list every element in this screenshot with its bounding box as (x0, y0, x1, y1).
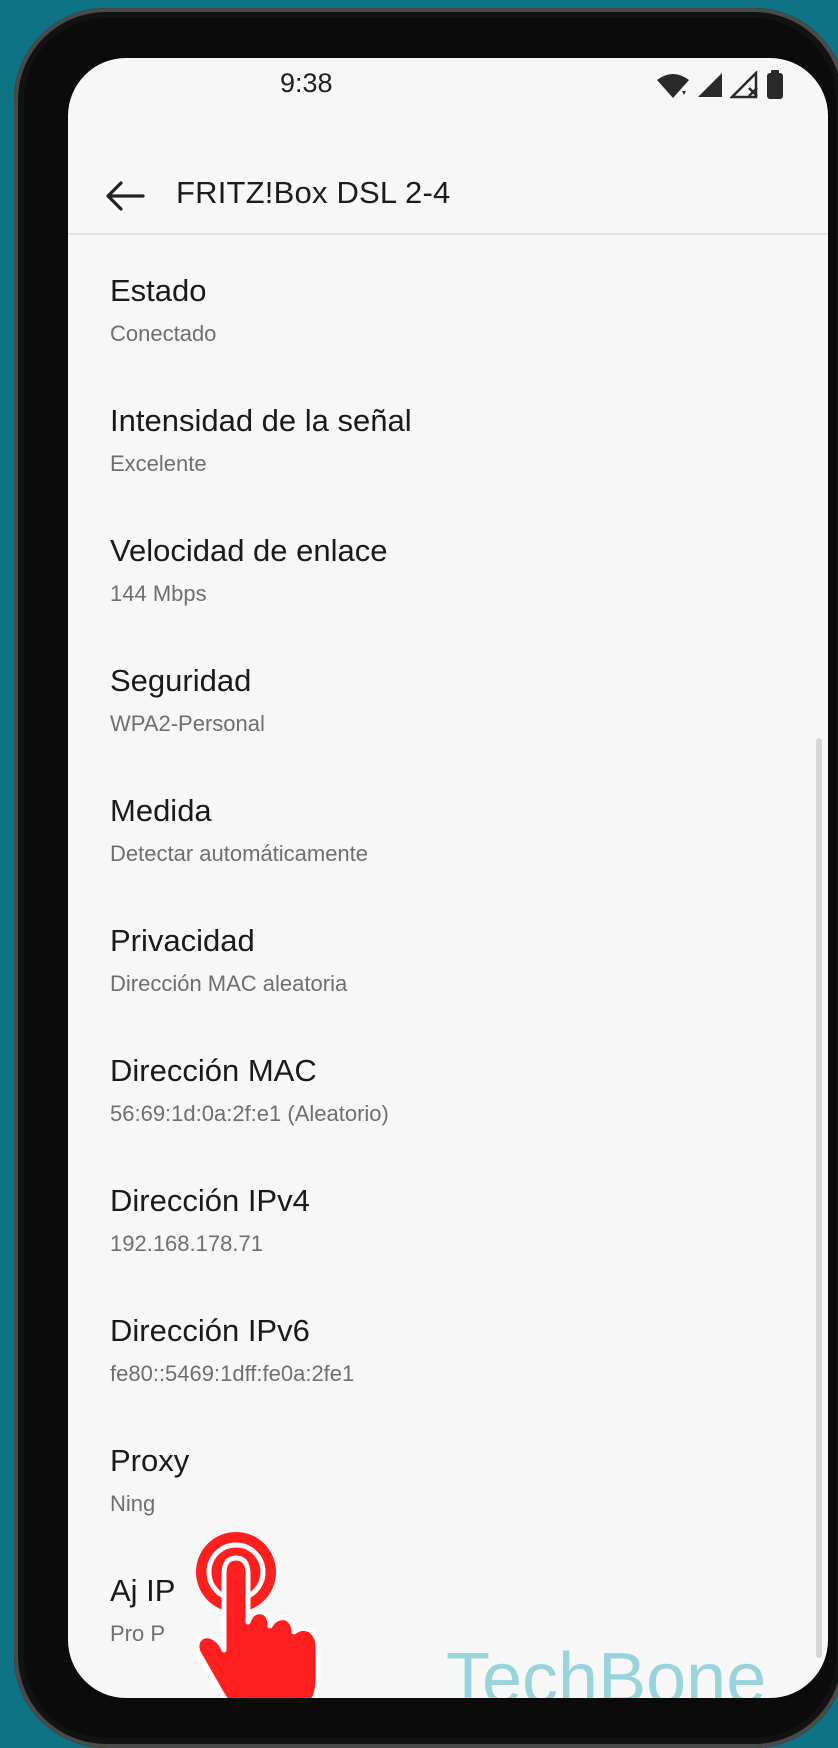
status-icons (656, 68, 784, 102)
detail-value: Detectar automáticamente (110, 841, 369, 866)
detail-title: Intensidad de la señal (110, 403, 412, 438)
detail-title: Seguridad (110, 663, 252, 698)
battery-icon (767, 70, 783, 99)
detail-title: Dirección MAC (110, 1053, 317, 1088)
detail-title: Proxy (110, 1443, 190, 1478)
network-details-list: Estado Conectado Intensidad de la señal … (68, 235, 828, 1665)
back-button[interactable] (102, 176, 148, 216)
detail-value: 192.168.178.71 (110, 1231, 263, 1256)
detail-title: Aj IP (110, 1573, 176, 1608)
detail-value: Ning (110, 1491, 156, 1516)
scrollbar[interactable] (816, 738, 822, 1658)
detail-value: 56:69:1d:0a:2f:e1 (Aleatorio) (110, 1101, 389, 1126)
app-bar: FRITZ!Box DSL 2-4 (68, 158, 828, 233)
detail-security[interactable]: Seguridad WPA2-Personal (68, 625, 828, 755)
detail-title: Dirección IPv6 (110, 1313, 310, 1348)
detail-metered[interactable]: Medida Detectar automáticamente (68, 755, 828, 885)
detail-proxy[interactable]: Proxy Ning (68, 1405, 828, 1535)
detail-signal-strength[interactable]: Intensidad de la señal Excelente (68, 365, 828, 495)
detail-value: fe80::5469:1dff:fe0a:2fe1 (110, 1361, 355, 1386)
watermark: TechBone (446, 1639, 767, 1698)
detail-title: Medida (110, 793, 212, 828)
detail-status[interactable]: Estado Conectado (68, 235, 828, 365)
status-time: 9:38 (280, 68, 333, 98)
detail-value: Dirección MAC aleatoria (110, 971, 348, 996)
detail-value: Conectado (110, 321, 217, 346)
detail-title: Estado (110, 273, 207, 308)
detail-mac-address[interactable]: Dirección MAC 56:69:1d:0a:2f:e1 (Aleator… (68, 1015, 828, 1145)
detail-ipv4-address[interactable]: Dirección IPv4 192.168.178.71 (68, 1145, 828, 1275)
detail-title: Privacidad (110, 923, 255, 958)
phone-screen: 9:38 FRITZ!Box DSL 2-4 Estado Conectado … (68, 58, 828, 1698)
phone-frame: 9:38 FRITZ!Box DSL 2-4 Estado Conectado … (14, 8, 838, 1748)
detail-privacy[interactable]: Privacidad Dirección MAC aleatoria (68, 885, 828, 1015)
detail-title: Velocidad de enlace (110, 533, 388, 568)
detail-ipv6-address[interactable]: Dirección IPv6 fe80::5469:1dff:fe0a:2fe1 (68, 1275, 828, 1405)
detail-value: Pro P (110, 1621, 166, 1646)
detail-value: WPA2-Personal (110, 711, 265, 736)
cell-signal-icon (698, 73, 722, 97)
wifi-icon (657, 74, 689, 98)
status-bar: 9:38 (68, 58, 828, 118)
cell-signal-x-icon (730, 71, 758, 99)
detail-value: 144 Mbps (110, 581, 207, 606)
detail-link-speed[interactable]: Velocidad de enlace 144 Mbps (68, 495, 828, 625)
tap-hand-icon (194, 1532, 321, 1698)
arrow-left-icon (106, 181, 145, 211)
detail-title: Dirección IPv4 (110, 1183, 310, 1218)
detail-value: Excelente (110, 451, 207, 476)
page-title: FRITZ!Box DSL 2-4 (176, 175, 451, 210)
